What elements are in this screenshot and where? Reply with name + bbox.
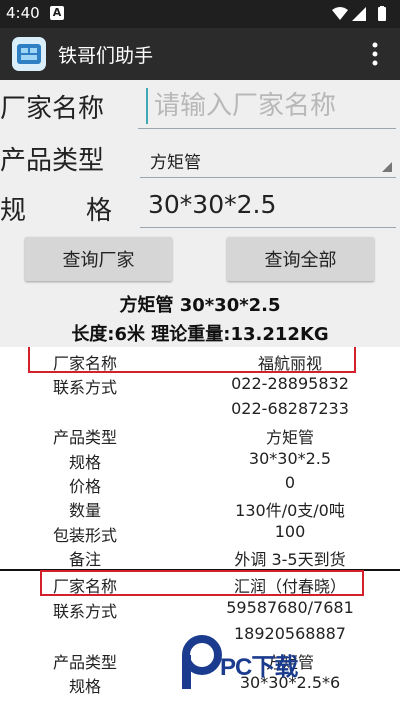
query-manufacturer-button[interactable]: 查询厂家 (25, 237, 172, 281)
spec-label-second: 格 (86, 196, 113, 226)
record-value: 0 (284, 473, 296, 492)
result-subtitle: 长度:6米 理论重量:13.212KG (71, 324, 329, 345)
watermark-text: PC下载 (220, 654, 298, 681)
record-key: 联系方式 (52, 602, 117, 621)
dropdown-triangle-icon (382, 162, 392, 172)
spec-underline (140, 227, 396, 228)
record-row: 数量 130件/0支/0吨 (0, 495, 400, 520)
record-row: 022-68287233 (0, 397, 400, 421)
battery-icon (378, 7, 386, 21)
watermark: PC下载 (180, 635, 400, 695)
spec-label-first: 规 (0, 196, 27, 226)
wifi-icon (332, 7, 348, 20)
status-bar: 4:40 A (0, 0, 400, 28)
manufacturer-input[interactable] (146, 88, 400, 124)
record-value: 59587680/7681 (226, 598, 354, 617)
product-type-value: 方矩管 (150, 153, 201, 173)
record-value: 022-68287233 (231, 399, 349, 418)
record-key: 数量 (68, 501, 101, 520)
record-value: 100 (274, 522, 306, 541)
record-value: 方矩管 (265, 428, 314, 447)
record-row: 产品类型 方矩管 (0, 422, 400, 447)
signal-icon (352, 7, 366, 21)
record-key: 联系方式 (52, 378, 117, 397)
highlight-box (28, 347, 356, 373)
query-all-button[interactable]: 查询全部 (227, 237, 374, 281)
result-title: 方矩管 30*30*2.5 (119, 295, 281, 316)
record-key: 备注 (68, 550, 101, 569)
pc-download-logo-icon (182, 635, 222, 689)
record-row: 价格 0 (0, 471, 400, 496)
record-row: 包装形式 100 (0, 520, 400, 545)
record-key: 价格 (68, 477, 101, 496)
record-value: 30*30*2.5 (248, 449, 332, 468)
record-value: 外调 3-5天到货 (234, 550, 346, 569)
status-time: 4:40 (6, 4, 40, 22)
record-key: 规格 (68, 453, 101, 472)
notification-a-icon: A (50, 6, 64, 20)
records-list[interactable]: 厂家名称 福航丽视 联系方式 022-28895832 022-68287233… (0, 347, 400, 715)
record-row: 联系方式 59587680/7681 (0, 596, 400, 621)
record-value: 022-28895832 (231, 374, 349, 393)
record-key: 规格 (68, 677, 101, 696)
product-type-select[interactable]: 方矩管 (140, 140, 396, 176)
record-key: 产品类型 (52, 653, 117, 672)
manufacturer-label: 厂家名称 (0, 94, 105, 124)
record-key: 包装形式 (52, 526, 117, 545)
record-key: 产品类型 (52, 428, 117, 447)
spec-input[interactable]: 30*30*2.5 (148, 190, 276, 219)
record-value: 130件/0支/0吨 (235, 501, 345, 520)
manufacturer-underline (138, 128, 396, 129)
product-type-label: 产品类型 (0, 146, 105, 176)
record-row: 联系方式 022-28895832 (0, 372, 400, 397)
record-row: 规格 30*30*2.5 (0, 447, 400, 472)
status-icons (332, 6, 386, 21)
app-logo-icon (12, 37, 46, 71)
app-title: 铁哥们助手 (58, 45, 154, 67)
record-row: 备注 外调 3-5天到货 (0, 544, 400, 569)
highlight-box (40, 570, 364, 596)
product-type-underline (140, 177, 396, 178)
overflow-menu-icon[interactable] (372, 42, 378, 66)
app-bar: 铁哥们助手 (0, 28, 400, 80)
